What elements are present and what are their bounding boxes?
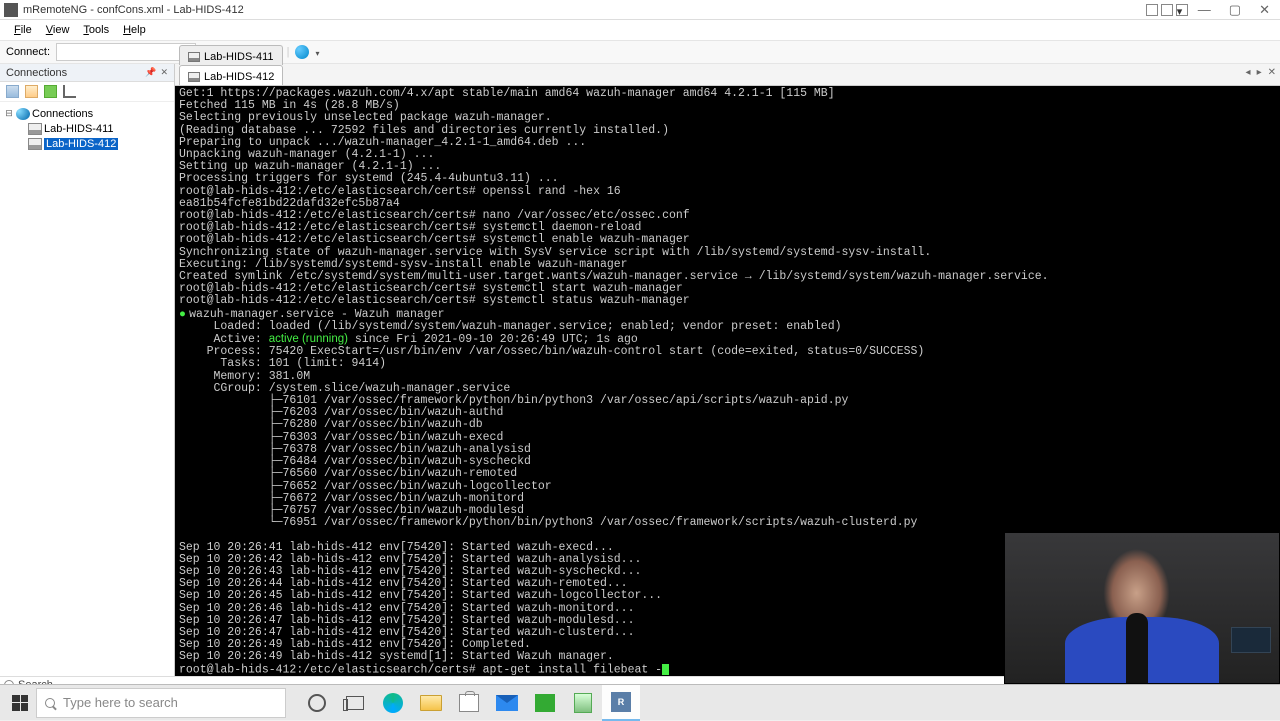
tab-next-icon[interactable]: ▸ xyxy=(1257,67,1262,78)
cortana-button[interactable] xyxy=(298,685,336,721)
vm-button[interactable] xyxy=(526,685,564,721)
start-button[interactable] xyxy=(0,685,40,721)
close-button[interactable]: ✕ xyxy=(1259,2,1270,18)
webcam-overlay xyxy=(1004,532,1280,684)
view-icon[interactable] xyxy=(44,85,57,98)
globe-dropdown[interactable] xyxy=(315,47,325,57)
panel-pin-icon[interactable]: 📌 xyxy=(145,67,156,78)
mremoteng-button[interactable]: R xyxy=(602,685,640,721)
title-bar: mRemoteNG - confCons.xml - Lab-HIDS-412 … xyxy=(0,0,1280,20)
tab-lab-hids-412[interactable]: Lab-HIDS-412 xyxy=(179,65,283,85)
computer-icon xyxy=(28,138,42,150)
search-placeholder: Type here to search xyxy=(63,695,178,710)
panel-close-icon[interactable]: ✕ xyxy=(160,67,168,78)
title-suffix: confCons.xml - Lab-HIDS-412 xyxy=(97,4,244,16)
tree-item-lab-hids-412[interactable]: Lab-HIDS-412 xyxy=(2,136,172,151)
taskbar: Type here to search R xyxy=(0,684,1280,720)
new-connection-icon[interactable] xyxy=(6,85,19,98)
connections-header: Connections 📌✕ xyxy=(0,64,174,82)
connect-input[interactable] xyxy=(56,43,196,61)
tab-lab-hids-411[interactable]: Lab-HIDS-411 xyxy=(179,45,283,65)
new-folder-icon[interactable] xyxy=(25,85,38,98)
sort-icon[interactable] xyxy=(63,85,76,98)
search-icon xyxy=(45,698,55,708)
menu-help[interactable]: Help xyxy=(117,22,152,38)
connections-tree: ⊟Connections Lab-HIDS-411Lab-HIDS-412 xyxy=(0,102,174,155)
explorer-button[interactable] xyxy=(412,685,450,721)
tab-prev-icon[interactable]: ◂ xyxy=(1246,67,1251,78)
computer-icon xyxy=(188,52,200,62)
menu-bar: File View Tools Help xyxy=(0,20,1280,40)
taskview-button[interactable] xyxy=(336,685,374,721)
tree-item-lab-hids-411[interactable]: Lab-HIDS-411 xyxy=(2,121,172,136)
globe-icon xyxy=(16,108,30,120)
menu-file[interactable]: File xyxy=(8,22,38,38)
store-button[interactable] xyxy=(450,685,488,721)
taskbar-search[interactable]: Type here to search xyxy=(36,688,286,718)
computer-icon xyxy=(28,123,42,135)
maximize-button[interactable]: ▢ xyxy=(1229,2,1241,18)
tab-close-icon[interactable]: ✕ xyxy=(1268,67,1276,78)
titlebar-widgets: ▾ xyxy=(1146,4,1188,16)
notepad-button[interactable] xyxy=(564,685,602,721)
tab-strip: Lab-HIDS-411Lab-HIDS-412 ◂ ▸ ✕ xyxy=(175,64,1280,86)
connections-panel: Connections 📌✕ ⊟Connections Lab-HIDS-411… xyxy=(0,64,175,676)
menu-tools[interactable]: Tools xyxy=(77,22,115,38)
minimize-button[interactable]: — xyxy=(1198,2,1211,18)
tree-root[interactable]: ⊟Connections xyxy=(2,106,172,121)
mail-button[interactable] xyxy=(488,685,526,721)
menu-view[interactable]: View xyxy=(40,22,76,38)
computer-icon xyxy=(188,72,200,82)
app-name: mRemoteNG xyxy=(23,4,87,16)
connect-label: Connect: xyxy=(6,46,50,58)
app-title: mRemoteNG - confCons.xml - Lab-HIDS-412 xyxy=(23,4,244,16)
connections-toolbar xyxy=(0,82,174,102)
app-icon xyxy=(4,3,18,17)
globe-icon[interactable] xyxy=(295,45,309,59)
edge-button[interactable] xyxy=(374,685,412,721)
